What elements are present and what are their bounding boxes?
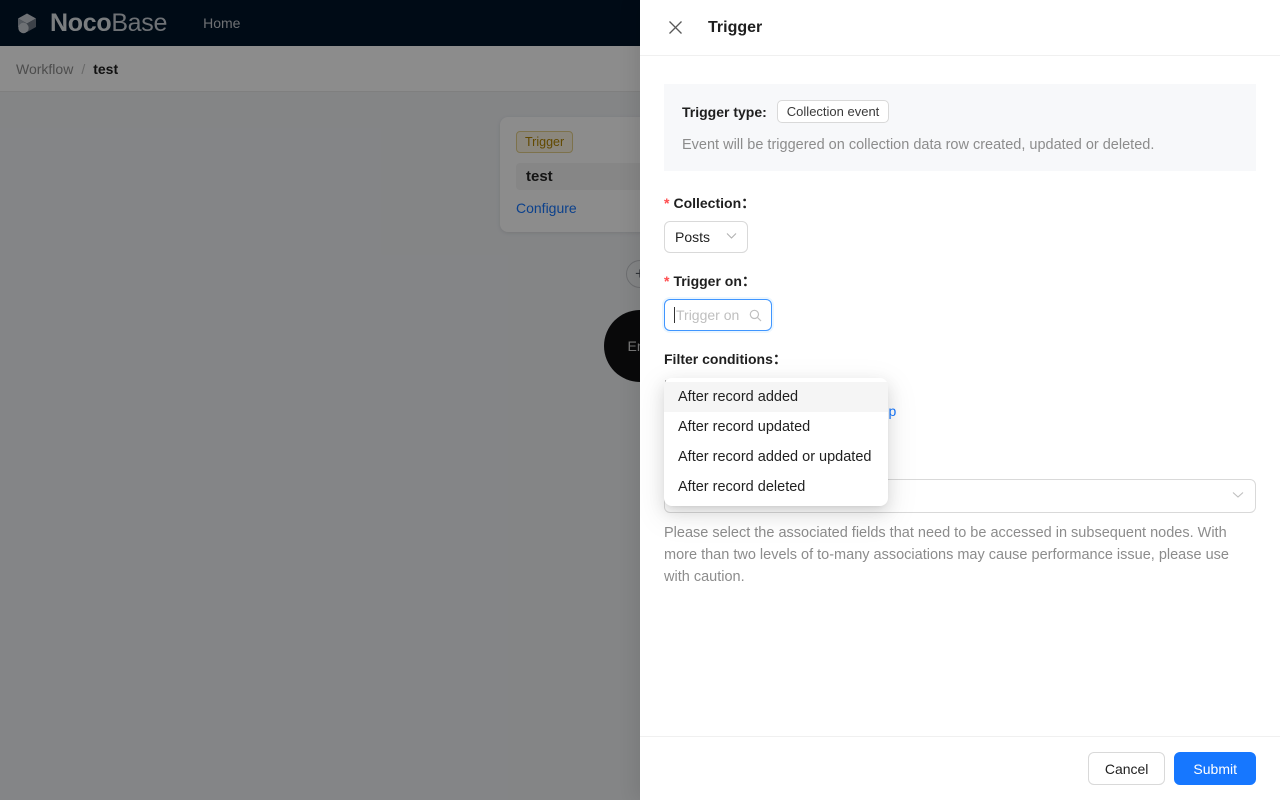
trigger-type-label: Trigger type: — [682, 103, 767, 120]
drawer-title: Trigger — [708, 18, 763, 36]
preload-help-text: Please select the associated fields that… — [664, 525, 1229, 585]
drawer-header: Trigger — [640, 0, 1280, 56]
text-caret — [674, 307, 675, 323]
trigger-configuration-drawer: Trigger Trigger type: Collection event E… — [640, 0, 1280, 800]
filter-conditions-label-colon: ： — [772, 351, 787, 367]
trigger-on-label-colon: ： — [741, 273, 756, 289]
submit-button[interactable]: Submit — [1174, 752, 1256, 785]
dropdown-option-1[interactable]: After record updated — [664, 412, 888, 442]
search-icon — [749, 309, 762, 322]
trigger-on-label-text: Trigger on — [673, 273, 742, 289]
trigger-type-info-box: Trigger type: Collection event Event wil… — [664, 84, 1256, 171]
collection-label: * Collection： — [664, 193, 1256, 213]
required-marker: * — [664, 273, 670, 289]
collection-select-value: Posts — [675, 229, 711, 245]
close-icon[interactable] — [664, 17, 686, 39]
drawer-footer: Cancel Submit — [640, 736, 1280, 800]
trigger-on-dropdown-menu[interactable]: After record added After record updated … — [664, 378, 888, 506]
filter-conditions-label: Filter conditions： — [664, 349, 1256, 369]
collection-select[interactable]: Posts — [664, 221, 748, 253]
dropdown-option-0[interactable]: After record added — [664, 382, 888, 412]
dropdown-option-3[interactable]: After record deleted — [664, 472, 888, 502]
field-collection: * Collection： Posts — [664, 193, 1256, 253]
field-trigger-on: * Trigger on： Trigger on — [664, 271, 1256, 331]
filter-conditions-label-text: Filter conditions — [664, 351, 773, 367]
trigger-on-select-input[interactable]: Trigger on — [664, 299, 772, 331]
trigger-type-row: Trigger type: Collection event — [682, 100, 1238, 123]
chevron-down-icon — [726, 232, 737, 243]
required-marker: * — [664, 195, 670, 211]
trigger-on-label: * Trigger on： — [664, 271, 1256, 291]
trigger-type-description: Event will be triggered on collection da… — [682, 137, 1155, 153]
trigger-type-value-chip[interactable]: Collection event — [776, 100, 890, 123]
chevron-down-icon — [1232, 490, 1244, 502]
cancel-button[interactable]: Cancel — [1087, 752, 1166, 785]
dropdown-option-2[interactable]: After record added or updated — [664, 442, 888, 472]
trigger-on-placeholder: Trigger on — [676, 307, 740, 323]
drawer-body: Trigger type: Collection event Event wil… — [640, 56, 1280, 736]
collection-label-colon: ： — [741, 195, 756, 211]
collection-label-text: Collection — [673, 195, 742, 211]
